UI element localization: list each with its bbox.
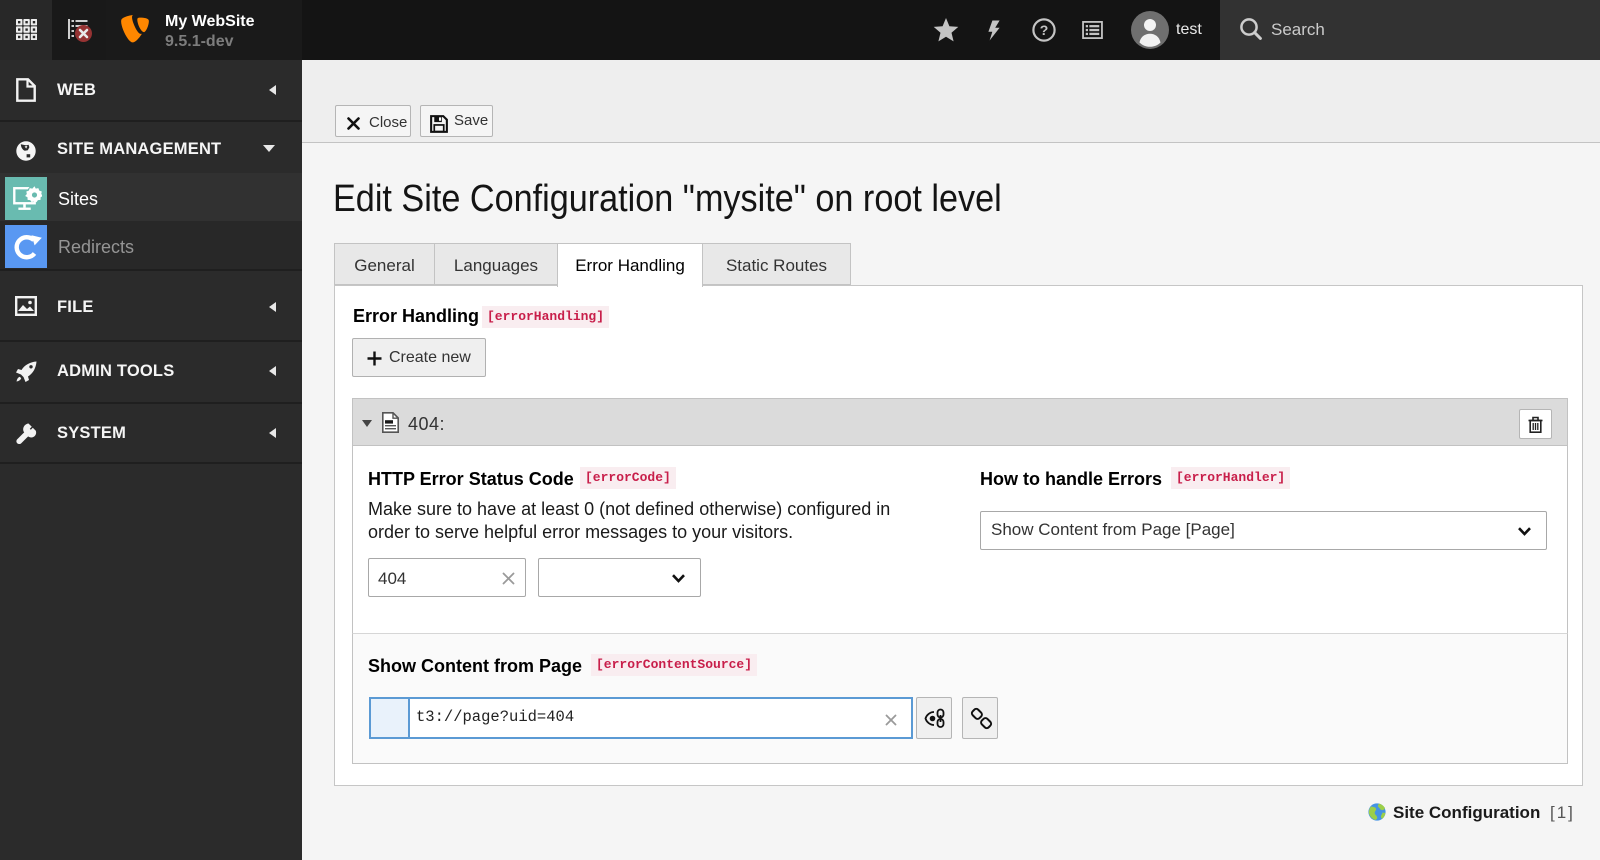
svg-text:?: ?: [1040, 22, 1049, 38]
